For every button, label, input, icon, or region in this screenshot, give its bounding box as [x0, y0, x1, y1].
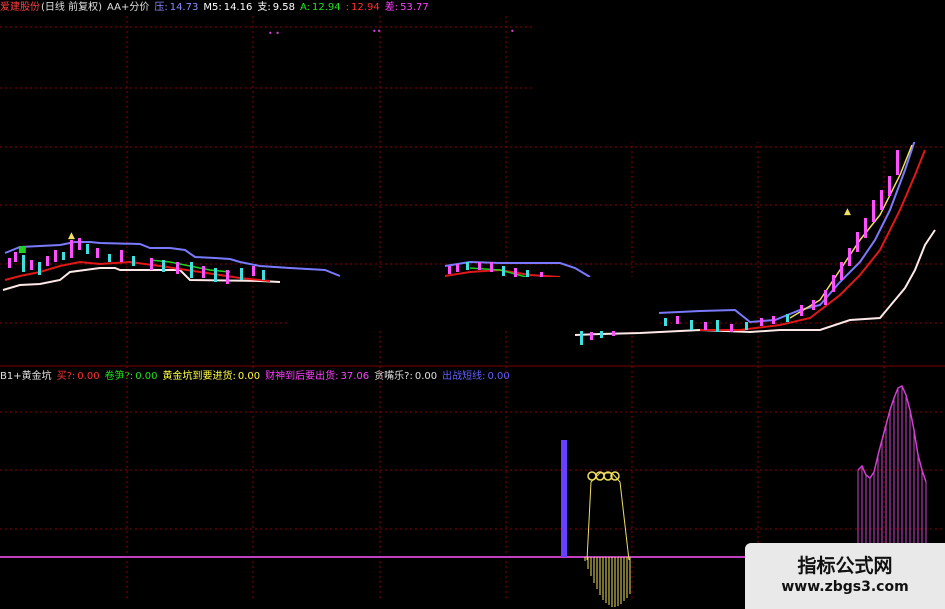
top-mark: •• [372, 27, 381, 36]
candlestick [46, 256, 49, 266]
candlestick [812, 300, 815, 310]
watermark-panel: 指标公式网 www.zbgs3.com [745, 543, 945, 609]
candlestick [580, 330, 583, 345]
candlestick [600, 330, 603, 338]
watermark-url[interactable]: www.zbgs3.com [745, 579, 945, 595]
candlestick [478, 262, 481, 270]
candlestick [832, 275, 835, 292]
pressure-line-3 [657, 139, 916, 324]
candlestick [676, 316, 679, 324]
candlestick [38, 262, 41, 275]
candlestick [190, 262, 193, 278]
candlestick [590, 332, 593, 340]
candlestick [864, 218, 867, 238]
candlestick [704, 322, 707, 330]
candlestick [466, 262, 469, 270]
candlestick [800, 305, 803, 316]
candlestick [86, 244, 89, 254]
candlestick [70, 240, 73, 258]
magenta-hist-outline [857, 384, 927, 483]
candlestick [62, 252, 65, 260]
candlestick [856, 232, 859, 252]
candlestick [730, 324, 733, 332]
candlestick [14, 252, 17, 262]
buy-marker: ▲ [844, 207, 851, 217]
stock-chart-window: 爱建股份(日线 前复权) AA+分价 压: 14.73 M5: 14.16 支: 9.58 A:… [0, 0, 945, 609]
watermark-title: 指标公式网 [797, 555, 893, 577]
candlestick [786, 314, 789, 322]
top-mark: • [510, 27, 515, 36]
blue-signal-bar [561, 440, 567, 557]
candlestick [214, 268, 217, 282]
candlestick [760, 318, 763, 326]
candlestick [78, 238, 81, 250]
yellow-histogram [584, 557, 631, 607]
candlestick [664, 318, 667, 326]
candlestick [240, 268, 243, 280]
candlestick [840, 262, 843, 280]
candlestick [252, 266, 255, 276]
top-mark: • • [268, 29, 280, 38]
redaction-block-middle [287, 277, 659, 331]
candlestick [226, 270, 229, 284]
ma-yellow-line [789, 144, 913, 319]
candlestick [30, 260, 33, 270]
candlestick [108, 254, 111, 262]
buy-marker: ▲ [68, 231, 75, 241]
redaction-block-top [534, 0, 945, 142]
candlestick [490, 262, 493, 272]
candlestick [176, 262, 179, 274]
candlestick [96, 248, 99, 258]
candlestick [502, 266, 505, 276]
candlestick [54, 250, 57, 262]
candlestick [848, 248, 851, 266]
candlestick [716, 320, 719, 332]
candlestick [824, 290, 827, 305]
candlestick [448, 266, 451, 274]
candlestick [162, 260, 165, 272]
signal-marker: ■ [18, 245, 27, 255]
candlestick [888, 176, 891, 196]
candlestick [22, 255, 25, 272]
candlestick [896, 150, 899, 175]
candlestick [8, 258, 11, 268]
candlestick [150, 258, 153, 270]
candlestick [120, 250, 123, 262]
candlestick [456, 264, 459, 272]
candlestick [202, 266, 205, 278]
candlestick [132, 256, 135, 266]
candlestick [772, 316, 775, 324]
candlestick [745, 322, 748, 330]
ma-red-line [4, 260, 271, 282]
candlestick [262, 270, 265, 280]
candlestick [690, 320, 693, 330]
candlestick [880, 190, 883, 210]
yellow-outline [586, 472, 630, 561]
candlestick [872, 200, 875, 222]
